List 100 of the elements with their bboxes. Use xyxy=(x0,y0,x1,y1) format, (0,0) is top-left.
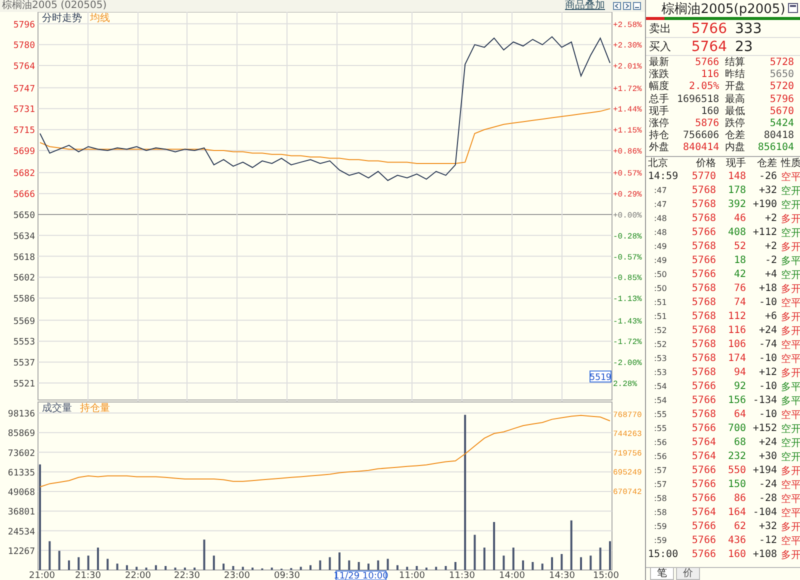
time-axis-label: 21:30 xyxy=(75,571,101,580)
time-axis-label: 15:00 xyxy=(593,571,619,580)
stat-label: 最新 xyxy=(649,57,670,68)
trade-price: 5768 xyxy=(690,409,716,420)
trade-volume: 174 xyxy=(726,353,746,364)
column-header: 北京 xyxy=(647,156,669,170)
back-icon[interactable] xyxy=(613,2,621,10)
percent-axis-label: +2.58% xyxy=(613,20,642,30)
volume-bar xyxy=(184,568,186,570)
stat-value: 856104 xyxy=(756,142,795,155)
volume-bar xyxy=(300,566,302,570)
volume-bar xyxy=(396,565,398,570)
time-axis-label: 21:00 xyxy=(29,571,55,580)
stat-value: 756606 xyxy=(682,130,720,142)
percent-axis-label: +1.72% xyxy=(613,84,642,94)
percent-axis-label: +1.44% xyxy=(613,106,642,115)
trade-time: :59 xyxy=(653,536,668,546)
trade-time: :52 xyxy=(653,326,668,336)
price-axis-label: 5796 xyxy=(13,20,35,30)
trade-volume: 408 xyxy=(726,227,746,238)
time-axis-label: 22:00 xyxy=(125,571,151,580)
trade-time: :54 xyxy=(653,396,668,406)
trade-volume: 76 xyxy=(732,283,746,294)
stat-label: 幅度 xyxy=(649,81,670,94)
volume-bar xyxy=(474,534,476,570)
view-tab[interactable]: 笔 xyxy=(650,568,674,580)
percent-axis-label: +2.01% xyxy=(613,62,642,72)
volume-bar xyxy=(270,568,273,570)
trade-oi-change: +30 xyxy=(758,451,777,462)
volume-bar xyxy=(48,541,51,570)
book-price: 5764 xyxy=(690,38,727,54)
trade-time: :56 xyxy=(653,452,668,462)
trade-volume: 18 xyxy=(732,255,746,266)
trade-volume: 150 xyxy=(726,479,746,490)
percent-axis-label: 2.28% xyxy=(613,380,638,390)
forward-icon[interactable] xyxy=(623,2,631,10)
trade-oi-change: +24 xyxy=(758,437,777,448)
trade-oi-change: -10 xyxy=(758,381,777,392)
trade-volume: 52 xyxy=(732,241,746,252)
stat-value: 5720 xyxy=(768,81,795,94)
trade-price: 5766 xyxy=(690,381,716,392)
volume-bar xyxy=(154,565,157,570)
trade-price: 5768 xyxy=(690,185,716,196)
trade-price: 5768 xyxy=(690,213,716,224)
trade-price: 5766 xyxy=(690,227,716,238)
trade-volume: 178 xyxy=(726,185,746,196)
time-axis-label: 11:30 xyxy=(449,571,475,580)
volume-bar xyxy=(126,565,128,570)
trade-oi-change: +12 xyxy=(758,367,777,378)
volume-bar xyxy=(560,554,563,570)
volume-axis-label: 61335 xyxy=(8,468,35,478)
stat-value: 2.05% xyxy=(688,81,720,94)
view-tab[interactable]: 价 xyxy=(676,568,700,580)
volume-bar xyxy=(522,560,524,570)
volume-bar xyxy=(493,522,496,570)
trade-oi-change: +108 xyxy=(752,549,777,560)
volume-axis-label: 24534 xyxy=(8,527,35,538)
price-axis-label: 5764 xyxy=(13,62,35,72)
price-axis-label: 5666 xyxy=(13,190,35,200)
volume-bar xyxy=(203,540,206,570)
stat-value: 160 xyxy=(700,106,720,118)
stat-label: 涨跌 xyxy=(649,69,670,80)
volume-bar xyxy=(96,548,99,570)
stat-value: 1696518 xyxy=(677,94,720,106)
trade-price: 5766 xyxy=(690,255,716,266)
price-axis-label: 5553 xyxy=(13,338,35,348)
stat-label: 跌停 xyxy=(725,118,746,130)
price-axis-label: 5521 xyxy=(13,380,35,390)
volume-bar xyxy=(541,564,544,570)
trade-time: :58 xyxy=(653,494,668,504)
stat-label: 内盘 xyxy=(725,142,746,155)
trade-price: 5766 xyxy=(690,549,716,560)
price-axis-label: 5634 xyxy=(13,232,35,242)
stat-label: 仓差 xyxy=(725,130,746,142)
trade-price: 5766 xyxy=(690,493,716,504)
minimize-icon[interactable] xyxy=(633,2,641,10)
trade-time: 14:59 xyxy=(647,171,678,182)
window-icon[interactable] xyxy=(788,3,798,13)
percent-axis-label: -0.28% xyxy=(613,232,642,242)
percent-axis-label: -0.85% xyxy=(613,274,642,284)
volume-bar xyxy=(367,564,370,570)
volume-bar xyxy=(106,558,109,570)
percent-axis-label: +1.15% xyxy=(613,126,642,136)
trade-oi-change: +32 xyxy=(758,185,777,196)
trade-oi-change: +152 xyxy=(752,423,777,434)
volume-bar xyxy=(512,548,514,570)
trade-oi-change: -10 xyxy=(758,409,777,420)
percent-axis-label: +0.00% xyxy=(613,212,642,220)
trade-time: 15:00 xyxy=(647,549,678,560)
volume-bar xyxy=(532,562,534,570)
trade-time: :55 xyxy=(653,410,668,420)
trade-time: :55 xyxy=(653,424,668,434)
volume-bar xyxy=(358,562,360,570)
volume-bar xyxy=(136,566,138,570)
trade-oi-change: -24 xyxy=(758,479,777,490)
column-header: 仓差 xyxy=(756,157,777,170)
time-axis-label: 22:30 xyxy=(174,571,200,580)
volume-bar xyxy=(454,562,456,570)
stat-value: 116 xyxy=(700,69,720,82)
volume-bar xyxy=(328,557,331,570)
